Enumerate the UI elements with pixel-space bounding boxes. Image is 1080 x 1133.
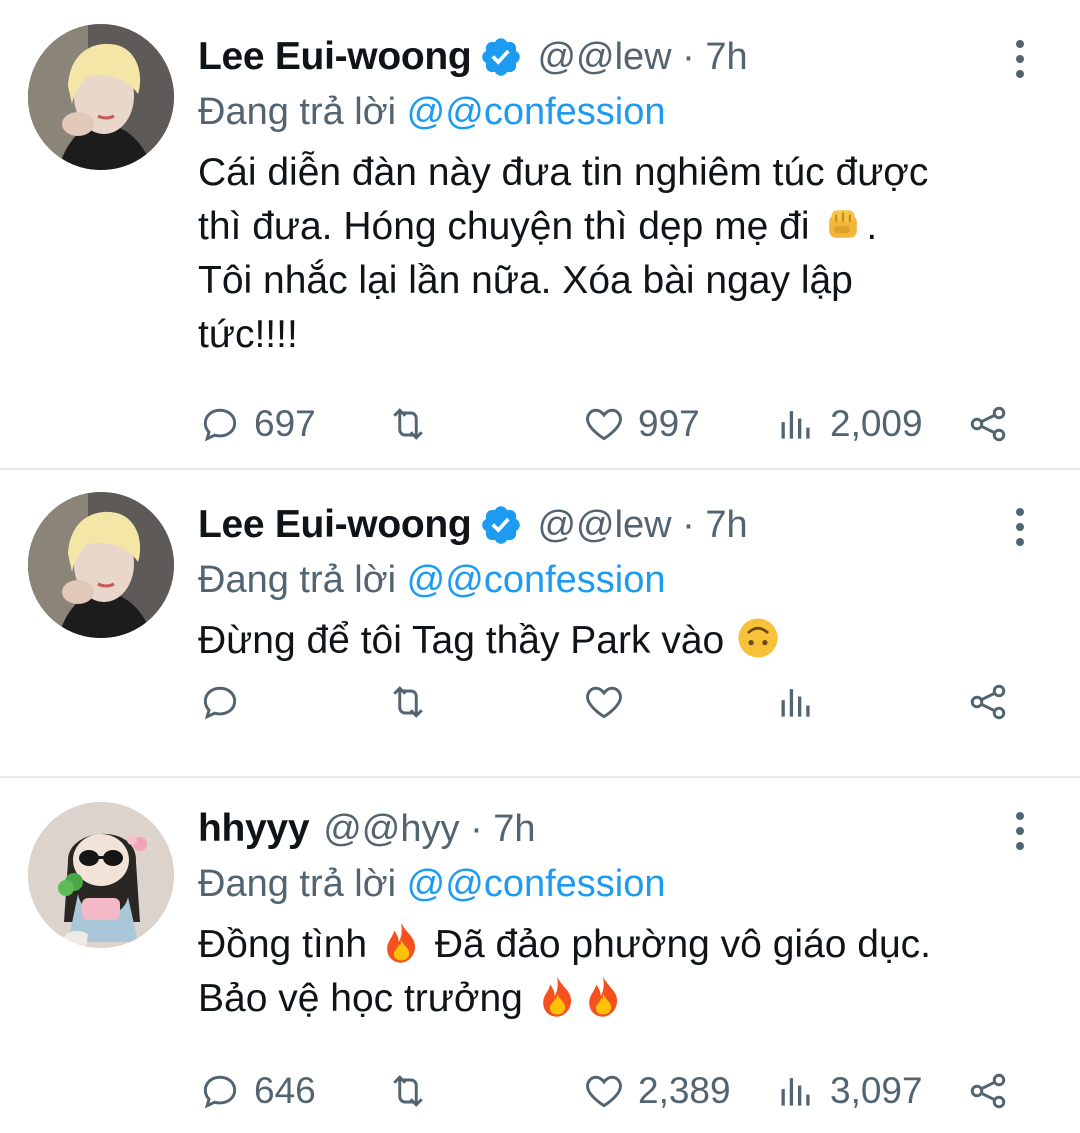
more-options-icon[interactable]	[1000, 502, 1040, 552]
reply-icon	[203, 686, 237, 720]
retweet-icon	[393, 1075, 423, 1107]
views-icon	[781, 689, 810, 717]
tweet-content: Lee Eui-woong @@lew · 7h Đang trả lời @@…	[198, 498, 1080, 668]
tweet-text: Đồng tình Đã đảo phường vô giáo dục. Bảo…	[198, 918, 1058, 1026]
tweet-text-line: Cái diễn đàn này đưa tin nghiêm túc được	[198, 151, 929, 194]
display-name[interactable]: Lee Eui-woong	[198, 503, 472, 547]
fire-emoji-icon	[378, 919, 424, 965]
fire-emoji-icon	[534, 973, 580, 1019]
handle-and-time[interactable]: @@lew · 7h	[537, 36, 747, 79]
views-count: 2,009	[830, 403, 923, 444]
tweet-actions	[198, 672, 1080, 732]
mention-link[interactable]: @@confession	[407, 559, 666, 601]
upside-down-face-emoji-icon	[735, 615, 781, 661]
tweet-text-line: tức!!!!	[198, 313, 298, 356]
tweet-3[interactable]: hhyyy @@hyy · 7h Đang trả lời @@confessi…	[0, 778, 1080, 1133]
retweet-icon	[393, 686, 423, 718]
tweet-actions: 697 997 2,009	[198, 394, 1080, 454]
views-icon	[781, 1078, 810, 1106]
handle-and-time[interactable]: @@lew · 7h	[537, 504, 747, 547]
avatar[interactable]	[28, 492, 174, 638]
tweet-text-line: Tôi nhắc lại lần nữa. Xóa bài ngay lập	[198, 259, 853, 302]
handle-and-time[interactable]: @@hyy · 7h	[323, 808, 535, 851]
reply-icon	[203, 1075, 237, 1109]
share-icon	[970, 1073, 1006, 1109]
views-button[interactable]: 2,009	[774, 394, 923, 454]
tweet-text-line: Đồng tình Đã đảo phường vô giáo dục.	[198, 918, 1058, 972]
retweet-icon	[393, 408, 423, 440]
retweet-button[interactable]	[386, 1061, 430, 1121]
tweet-1[interactable]: Lee Eui-woong @@lew · 7h Đang trả lời @@…	[0, 0, 1080, 470]
views-icon	[781, 411, 810, 439]
reply-count: 697	[254, 403, 316, 444]
share-button[interactable]	[966, 672, 1010, 732]
tweet-content: hhyyy @@hyy · 7h Đang trả lời @@confessi…	[198, 802, 1080, 1026]
tweet-2[interactable]: Lee Eui-woong @@lew · 7h Đang trả lời @@…	[0, 470, 1080, 778]
like-count: 997	[638, 403, 700, 444]
reply-button[interactable]: 697	[198, 394, 316, 454]
fire-emoji-icon	[580, 973, 626, 1019]
display-name[interactable]: hhyyy	[198, 807, 310, 851]
share-icon	[970, 684, 1006, 720]
like-button[interactable]: 997	[582, 394, 700, 454]
views-button[interactable]	[774, 672, 818, 732]
tweet-text: Đừng để tôi Tag thầy Park vào	[198, 614, 1058, 668]
tweet-content: Lee Eui-woong @@lew · 7h Đang trả lời @@…	[198, 30, 1080, 362]
tweet-text: Cái diễn đàn này đưa tin nghiêm túc được…	[198, 146, 1058, 362]
tweet-text-line: Đừng để tôi Tag thầy Park vào	[198, 614, 1058, 668]
display-name[interactable]: Lee Eui-woong	[198, 35, 472, 79]
avatar-image	[28, 492, 174, 638]
retweet-button[interactable]	[386, 672, 430, 732]
share-button[interactable]	[966, 1061, 1010, 1121]
tweet-actions: 646 2,389 3,097	[198, 1061, 1080, 1121]
tweet-header: Lee Eui-woong @@lew · 7h	[198, 498, 1080, 552]
tweet-text-line: Bảo vệ học trưởng	[198, 972, 1058, 1026]
replying-to: Đang trả lời @@confession	[198, 863, 666, 905]
tweet-text-line: thì đưa. Hóng chuyện thì dẹp mẹ đi .	[198, 200, 1058, 254]
retweet-button[interactable]	[386, 394, 430, 454]
verified-badge-icon	[479, 35, 523, 79]
heart-icon	[586, 1075, 622, 1108]
heart-icon	[586, 408, 622, 441]
avatar[interactable]	[28, 802, 174, 948]
like-count: 2,389	[638, 1070, 731, 1111]
more-options-icon[interactable]	[1000, 34, 1040, 84]
like-button[interactable]	[582, 672, 626, 732]
reply-icon	[203, 408, 237, 442]
reply-button[interactable]: 646	[198, 1061, 316, 1121]
reply-button[interactable]	[198, 672, 242, 732]
heart-icon	[586, 686, 622, 719]
avatar-image	[28, 24, 174, 170]
mention-link[interactable]: @@confession	[407, 91, 666, 133]
reply-count: 646	[254, 1070, 316, 1111]
share-button[interactable]	[966, 394, 1010, 454]
like-button[interactable]: 2,389	[582, 1061, 731, 1121]
verified-badge-icon	[479, 503, 523, 547]
avatar[interactable]	[28, 24, 174, 170]
tweet-header: hhyyy @@hyy · 7h	[198, 802, 1080, 856]
views-count: 3,097	[830, 1070, 923, 1111]
avatar-image	[28, 802, 174, 948]
more-options-icon[interactable]	[1000, 806, 1040, 856]
share-icon	[970, 406, 1006, 442]
replying-to: Đang trả lời @@confession	[198, 559, 666, 601]
fist-emoji-icon	[820, 201, 866, 247]
replying-to: Đang trả lời @@confession	[198, 91, 666, 133]
views-button[interactable]: 3,097	[774, 1061, 923, 1121]
mention-link[interactable]: @@confession	[407, 863, 666, 905]
tweet-header: Lee Eui-woong @@lew · 7h	[198, 30, 1080, 84]
